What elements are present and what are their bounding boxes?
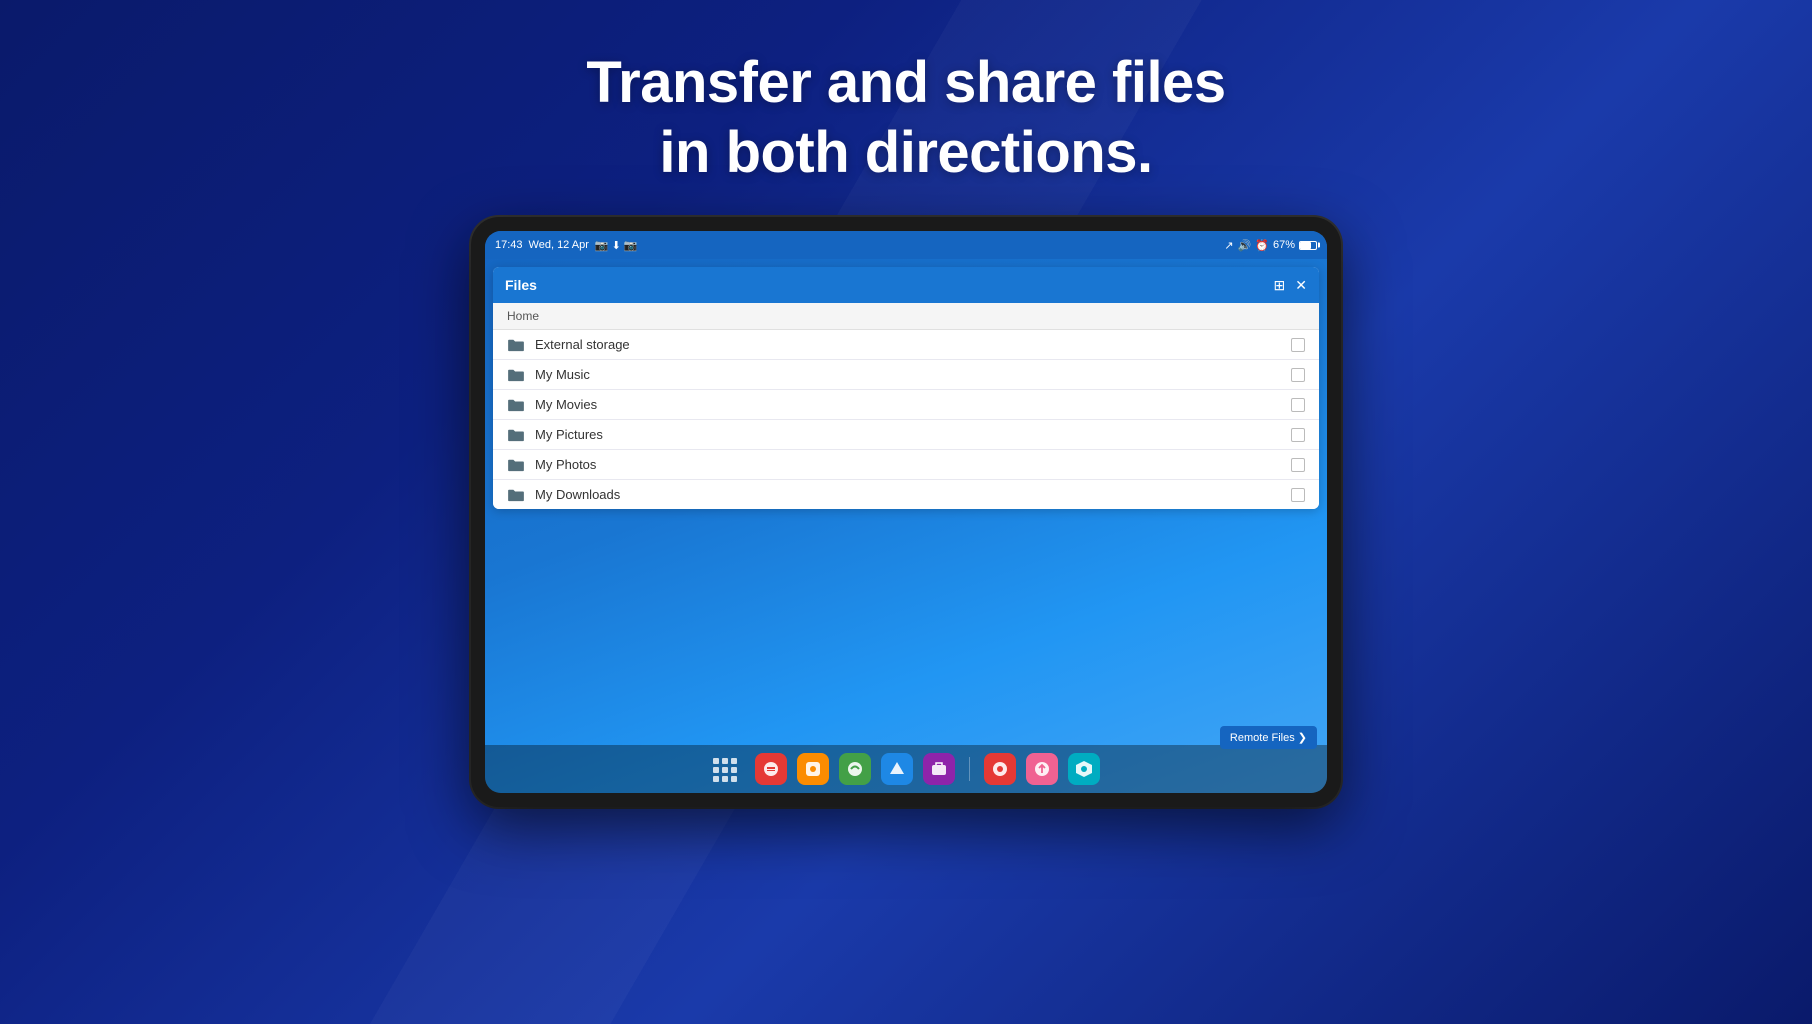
taskbar: [485, 745, 1327, 793]
taskbar-app-6[interactable]: [984, 753, 1016, 785]
taskbar-app-1[interactable]: [755, 753, 787, 785]
file-name-my-movies: My Movies: [535, 397, 1291, 412]
file-checkbox-my-movies[interactable]: [1291, 398, 1305, 412]
files-titlebar: Files ⊞ ✕: [493, 267, 1319, 303]
files-window-title: Files: [505, 277, 537, 293]
file-row-my-music[interactable]: My Music: [493, 360, 1319, 390]
taskbar-app-5[interactable]: [923, 753, 955, 785]
folder-icon: [507, 398, 525, 412]
app-drawer-button[interactable]: [713, 758, 735, 780]
tablet-outer: 17:43 Wed, 12 Apr 📷 ⬇ 📷 ↗ 🔊 ⏰ 67%: [471, 217, 1341, 807]
titlebar-transfer-icon[interactable]: ⊞: [1274, 277, 1286, 294]
battery-percent: 67%: [1273, 239, 1295, 251]
file-checkbox-my-pictures[interactable]: [1291, 428, 1305, 442]
status-icons: 📷 ⬇ 📷: [595, 239, 638, 252]
files-path-text: Home: [507, 309, 539, 323]
tablet-screen: 17:43 Wed, 12 Apr 📷 ⬇ 📷 ↗ 🔊 ⏰ 67%: [485, 231, 1327, 793]
folder-icon: [507, 458, 525, 472]
volume-icon: 🔊: [1238, 239, 1252, 252]
folder-icon: [507, 428, 525, 442]
file-row-external-storage[interactable]: External storage: [493, 330, 1319, 360]
taskbar-app-8[interactable]: [1068, 753, 1100, 785]
remote-files-button[interactable]: Remote Files ❯: [1220, 726, 1317, 749]
file-row-my-downloads[interactable]: My Downloads: [493, 480, 1319, 509]
status-date: Wed, 12 Apr: [529, 239, 589, 251]
status-time: 17:43: [495, 239, 523, 251]
file-row-my-pictures[interactable]: My Pictures: [493, 420, 1319, 450]
status-bar: 17:43 Wed, 12 Apr 📷 ⬇ 📷 ↗ 🔊 ⏰ 67%: [485, 231, 1327, 259]
file-checkbox-external-storage[interactable]: [1291, 338, 1305, 352]
file-name-my-downloads: My Downloads: [535, 487, 1291, 502]
taskbar-divider: [969, 757, 970, 781]
file-name-my-music: My Music: [535, 367, 1291, 382]
taskbar-app-7[interactable]: [1026, 753, 1058, 785]
file-name-my-photos: My Photos: [535, 457, 1291, 472]
hero-line2: in both directions.: [659, 120, 1152, 185]
tablet-device: 17:43 Wed, 12 Apr 📷 ⬇ 📷 ↗ 🔊 ⏰ 67%: [471, 217, 1341, 807]
status-left: 17:43 Wed, 12 Apr 📷 ⬇ 📷: [495, 239, 638, 252]
file-name-my-pictures: My Pictures: [535, 427, 1291, 442]
alarm-icon: ⏰: [1255, 239, 1269, 252]
file-checkbox-my-music[interactable]: [1291, 368, 1305, 382]
battery-icon: [1299, 241, 1317, 250]
file-checkbox-my-downloads[interactable]: [1291, 488, 1305, 502]
titlebar-actions: ⊞ ✕: [1274, 277, 1307, 294]
folder-icon: [507, 368, 525, 382]
remote-files-label: Remote Files ❯: [1230, 731, 1307, 744]
wifi-icon: ↗: [1224, 239, 1233, 252]
files-list: External storage My Music: [493, 330, 1319, 509]
file-name-external-storage: External storage: [535, 337, 1291, 352]
files-window: Files ⊞ ✕ Home External storage: [493, 267, 1319, 509]
desktop-area: Remote Files ❯: [485, 517, 1327, 793]
taskbar-app-3[interactable]: [839, 753, 871, 785]
hero-title: Transfer and share files in both directi…: [586, 48, 1225, 187]
file-row-my-movies[interactable]: My Movies: [493, 390, 1319, 420]
taskbar-app-4[interactable]: [881, 753, 913, 785]
folder-icon: [507, 338, 525, 352]
file-checkbox-my-photos[interactable]: [1291, 458, 1305, 472]
folder-icon: [507, 488, 525, 502]
file-row-my-photos[interactable]: My Photos: [493, 450, 1319, 480]
hero-line1: Transfer and share files: [586, 50, 1225, 115]
status-right: ↗ 🔊 ⏰ 67%: [1224, 239, 1317, 252]
files-path: Home: [493, 303, 1319, 330]
taskbar-app-2[interactable]: [797, 753, 829, 785]
titlebar-close-button[interactable]: ✕: [1295, 277, 1307, 294]
